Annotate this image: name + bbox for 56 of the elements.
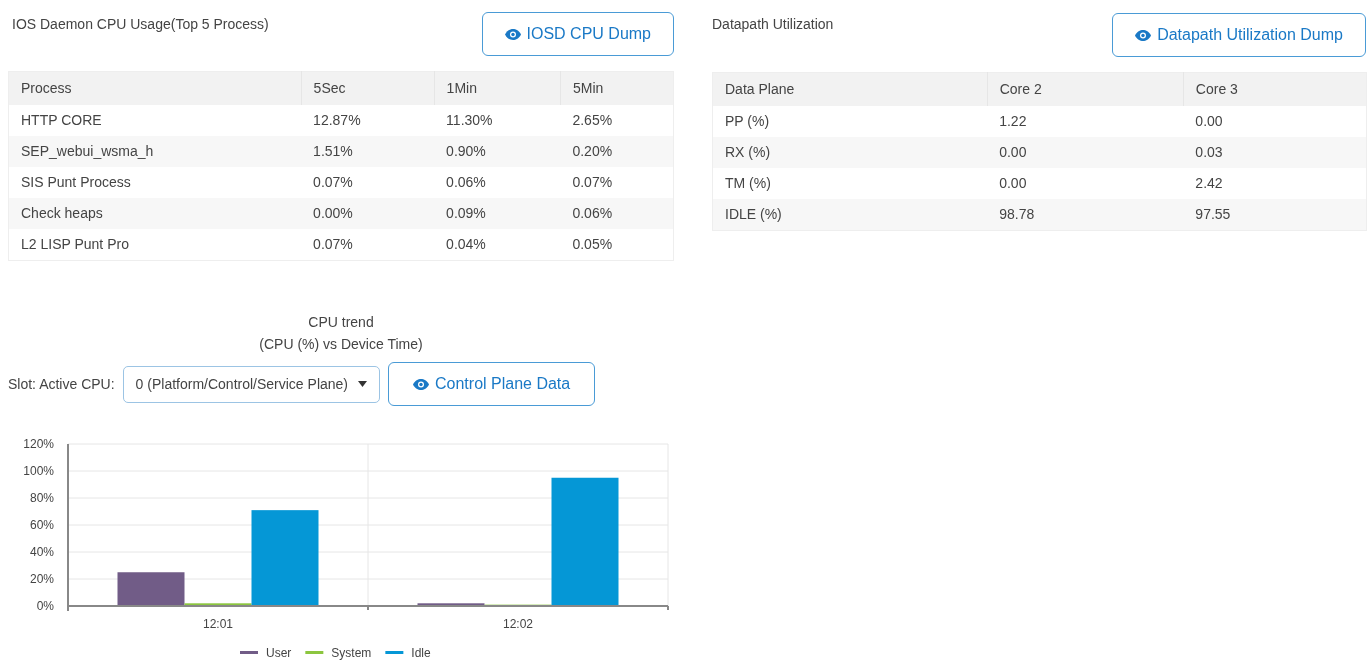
column-header: Core 3 — [1183, 72, 1367, 106]
table-cell: 12.87% — [301, 105, 435, 136]
table-cell: SEP_webui_wsma_h — [8, 136, 302, 167]
table-cell: L2 LISP Punt Pro — [8, 229, 302, 261]
y-axis-label: 40% — [29, 545, 54, 559]
table-cell: 0.04% — [434, 229, 561, 261]
legend-label: System — [331, 646, 372, 660]
y-axis-label: 0% — [36, 599, 54, 613]
legend-label: User — [266, 646, 292, 660]
x-axis-label: 12:01 — [203, 617, 233, 631]
table-cell: 98.78 — [987, 199, 1184, 231]
table-cell: 2.42 — [1183, 168, 1367, 199]
x-axis-label: 12:02 — [503, 617, 533, 631]
chart-title: CPU trend — [307, 313, 375, 332]
table-cell: 0.07% — [301, 167, 435, 198]
table-cell: 0.06% — [560, 198, 674, 229]
y-axis-label: 120% — [23, 437, 54, 451]
table-cell: TM (%) — [712, 168, 988, 199]
table-cell: 0.07% — [301, 229, 435, 261]
y-axis-label: 60% — [29, 518, 54, 532]
section-title: IOS Daemon CPU Usage(Top 5 Process) — [12, 15, 269, 34]
table-cell: 0.05% — [560, 229, 674, 261]
legend-label: Idle — [411, 646, 431, 660]
chart-subtitle: (CPU (%) vs Device Time) — [258, 335, 424, 354]
y-axis-label: 80% — [29, 491, 54, 505]
table-cell: 0.00 — [1183, 106, 1367, 137]
table-cell: 0.06% — [434, 167, 561, 198]
column-header: Core 2 — [987, 72, 1184, 106]
column-header: 5Min — [560, 71, 674, 105]
table-cell: 11.30% — [434, 105, 561, 136]
table-cell: 1.22 — [987, 106, 1184, 137]
column-header: 1Min — [434, 71, 561, 105]
table-cell: PP (%) — [712, 106, 988, 137]
table-cell: 0.03 — [1183, 137, 1367, 168]
table-cell: RX (%) — [712, 137, 988, 168]
table-cell: 2.65% — [560, 105, 674, 136]
table-cell: 0.20% — [560, 136, 674, 167]
table-cell: HTTP CORE — [8, 105, 302, 136]
table-cell: Check heaps — [8, 198, 302, 229]
table-cell: 0.00 — [987, 168, 1184, 199]
column-header: Data Plane — [712, 72, 988, 106]
table-cell: 97.55 — [1183, 199, 1367, 231]
table-cell: 1.51% — [301, 136, 435, 167]
table-cell: IDLE (%) — [712, 199, 988, 231]
table-cell: 0.00 — [987, 137, 1184, 168]
table-cell: SIS Punt Process — [8, 167, 302, 198]
table-cell: 0.00% — [301, 198, 435, 229]
table-cell: 0.07% — [560, 167, 674, 198]
table-cell: 0.09% — [434, 198, 561, 229]
column-header: 5Sec — [301, 71, 435, 105]
table-cell: 0.90% — [434, 136, 561, 167]
y-axis-label: 20% — [29, 572, 54, 586]
slot-label: Slot: Active CPU: — [8, 374, 115, 394]
section-title: Datapath Utilization — [712, 15, 834, 34]
y-axis-label: 100% — [23, 464, 54, 478]
column-header: Process — [8, 71, 302, 105]
